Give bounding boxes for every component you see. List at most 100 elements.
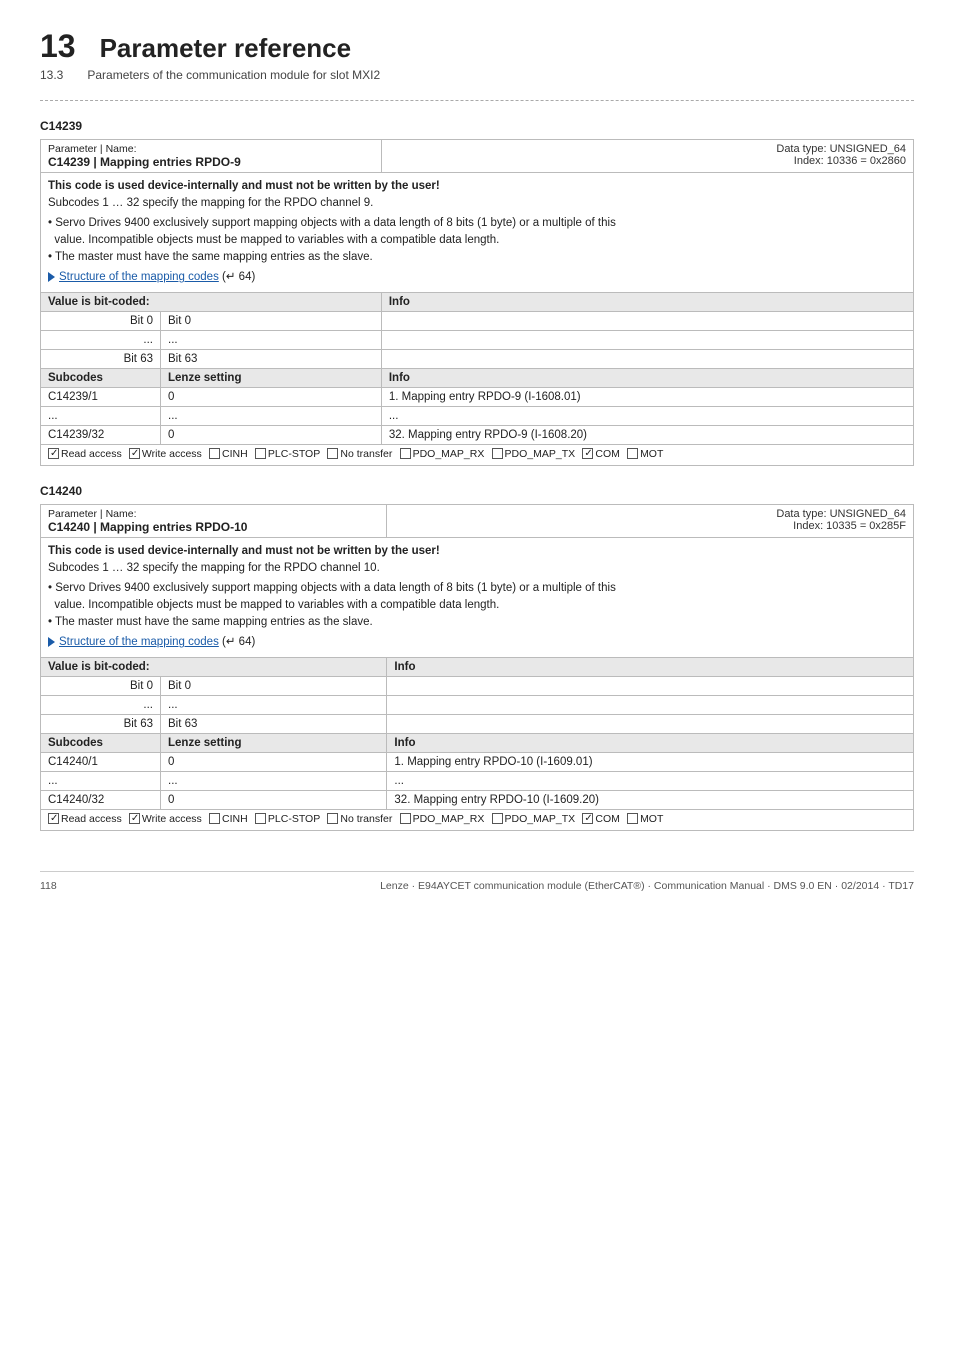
bit-coded-label-2: Value is bit-coded: — [41, 657, 387, 676]
check2-write-access: Write access — [129, 813, 202, 825]
structure-link-2[interactable]: Structure of the mapping codes — [59, 636, 219, 648]
page-footer: 118 Lenze · E94AYCET communication modul… — [40, 871, 914, 892]
checkbox-com — [582, 448, 593, 459]
desc2-line-3: • The master must have the same mapping … — [48, 614, 906, 631]
subcodes-header-row-2: Subcodes Lenze setting Info — [41, 733, 914, 752]
subcode1-value: 0 — [161, 387, 382, 406]
param-label-2: Parameter | Name: — [48, 508, 379, 520]
info-label: Info — [381, 368, 913, 387]
bit-coded-info-2: Info — [387, 657, 914, 676]
bit0-row: Bit 0 Bit 0 — [41, 311, 914, 330]
bit63-row: Bit 63 Bit 63 — [41, 349, 914, 368]
param-name-2: C14240 | Mapping entries RPDO-10 — [48, 520, 379, 534]
triangle-icon — [48, 272, 55, 282]
subcode-ellipsis-info-2: ... — [387, 771, 914, 790]
check2-cinh: CINH — [209, 813, 248, 825]
subcode32-info-2: 32. Mapping entry RPDO-10 (I-1609.20) — [387, 790, 914, 809]
subcode1-value-2: 0 — [161, 752, 387, 771]
subcode-ellipsis-value: ... — [161, 406, 382, 425]
checkbox-read-access — [48, 448, 59, 459]
subcode-ellipsis-info: ... — [381, 406, 913, 425]
ellipsis-info — [381, 330, 913, 349]
checkbox2-pdo-map-rx — [400, 813, 411, 824]
subcode1-info-2: 1. Mapping entry RPDO-10 (I-1609.01) — [387, 752, 914, 771]
ellipsis-info-2 — [387, 695, 914, 714]
checkbox2-no-transfer — [327, 813, 338, 824]
subcode32-info: 32. Mapping entry RPDO-9 (I-1608.20) — [381, 425, 913, 444]
subchapter-title: Parameters of the communication module f… — [87, 68, 380, 82]
bit63-row-2: Bit 63 Bit 63 — [41, 714, 914, 733]
structure-link-row: Structure of the mapping codes (↵ 64) — [48, 269, 906, 286]
info-label-2: Info — [387, 733, 914, 752]
checkbox2-write-access — [129, 813, 140, 824]
section-c14239-id: C14239 — [40, 119, 914, 133]
chapter-number: 13 — [40, 30, 76, 62]
checkbox-plc-stop — [255, 448, 266, 459]
footer-row-c14239: Read access Write access CINH PLC-STOP N… — [41, 444, 914, 466]
bit63-value-2: Bit 63 — [161, 714, 387, 733]
param-datatype-2: Data type: UNSIGNED_64 Index: 10335 = 0x… — [387, 505, 914, 538]
description-row-2: This code is used device-internally and … — [41, 538, 914, 658]
param-datatype: Data type: UNSIGNED_64 Index: 10336 = 0x… — [381, 140, 913, 173]
bit0-info-2 — [387, 676, 914, 695]
bit-coded-header-row-2: Value is bit-coded: Info — [41, 657, 914, 676]
param-name: C14239 | Mapping entries RPDO-9 — [48, 155, 374, 169]
check-no-transfer: No transfer — [327, 448, 392, 460]
bit0-label-2: Bit 0 — [41, 676, 161, 695]
subcode32-value-2: 0 — [161, 790, 387, 809]
description-text-2: This code is used device-internally and … — [48, 543, 906, 652]
description-bold-2: This code is used device-internally and … — [48, 543, 906, 560]
checkbox2-plc-stop — [255, 813, 266, 824]
chapter-title: Parameter reference — [100, 33, 352, 64]
bit-ellipsis-row: ... ... — [41, 330, 914, 349]
bit-coded-header-row: Value is bit-coded: Info — [41, 292, 914, 311]
footer-row-c14240: Read access Write access CINH PLC-STOP N… — [41, 809, 914, 831]
bit-ellipsis-row-2: ... ... — [41, 695, 914, 714]
ellipsis-value-2: ... — [161, 695, 387, 714]
param-name-cell: Parameter | Name: C14239 | Mapping entri… — [41, 140, 382, 173]
subcode32-id-2: C14240/32 — [41, 790, 161, 809]
subcode1-row-2: C14240/1 0 1. Mapping entry RPDO-10 (I-1… — [41, 752, 914, 771]
subchapter: 13.3 Parameters of the communication mod… — [40, 68, 914, 82]
subcode-ellipsis-id-2: ... — [41, 771, 161, 790]
checkbox2-mot — [627, 813, 638, 824]
subcode-ellipsis-value-2: ... — [161, 771, 387, 790]
bit63-info — [381, 349, 913, 368]
check-com: COM — [582, 448, 620, 460]
param-table-c14240: Parameter | Name: C14240 | Mapping entri… — [40, 504, 914, 831]
check2-plc-stop: PLC-STOP — [255, 813, 320, 825]
description-text: This code is used device-internally and … — [48, 178, 906, 287]
check-write-access: Write access — [129, 448, 202, 460]
check2-read-access: Read access — [48, 813, 122, 825]
triangle-icon-2 — [48, 637, 55, 647]
check2-com: COM — [582, 813, 620, 825]
param-table-c14239: Parameter | Name: C14239 | Mapping entri… — [40, 139, 914, 466]
bit63-info-2 — [387, 714, 914, 733]
checkbox2-pdo-map-tx — [492, 813, 503, 824]
structure-link[interactable]: Structure of the mapping codes — [59, 271, 219, 283]
subcode32-row: C14239/32 0 32. Mapping entry RPDO-9 (I-… — [41, 425, 914, 444]
description-bold: This code is used device-internally and … — [48, 178, 906, 195]
desc-line-3: • The master must have the same mapping … — [48, 249, 906, 266]
bit0-label: Bit 0 — [41, 311, 161, 330]
checkbox-pdo-map-tx — [492, 448, 503, 459]
subcode-ellipsis-row-2: ... ... ... — [41, 771, 914, 790]
bit-coded-label: Value is bit-coded: — [41, 292, 382, 311]
subcodes-header-row: Subcodes Lenze setting Info — [41, 368, 914, 387]
structure-suffix-2: (↵ 64) — [219, 636, 255, 648]
subcode32-id: C14239/32 — [41, 425, 161, 444]
checkbox-mot — [627, 448, 638, 459]
ellipsis-value: ... — [161, 330, 382, 349]
param-label: Parameter | Name: — [48, 143, 374, 155]
subcode1-id-2: C14240/1 — [41, 752, 161, 771]
subcode1-info: 1. Mapping entry RPDO-9 (I-1608.01) — [381, 387, 913, 406]
check-cinh: CINH — [209, 448, 248, 460]
check-pdo-map-rx: PDO_MAP_RX — [400, 448, 485, 460]
bit63-label-2: Bit 63 — [41, 714, 161, 733]
structure-link-row-2: Structure of the mapping codes (↵ 64) — [48, 634, 906, 651]
desc2-line-2: • Servo Drives 9400 exclusively support … — [48, 580, 906, 615]
subcodes-label: Subcodes — [41, 368, 161, 387]
footer-checks-c14240: Read access Write access CINH PLC-STOP N… — [41, 809, 914, 831]
subcode32-row-2: C14240/32 0 32. Mapping entry RPDO-10 (I… — [41, 790, 914, 809]
bit63-value: Bit 63 — [161, 349, 382, 368]
